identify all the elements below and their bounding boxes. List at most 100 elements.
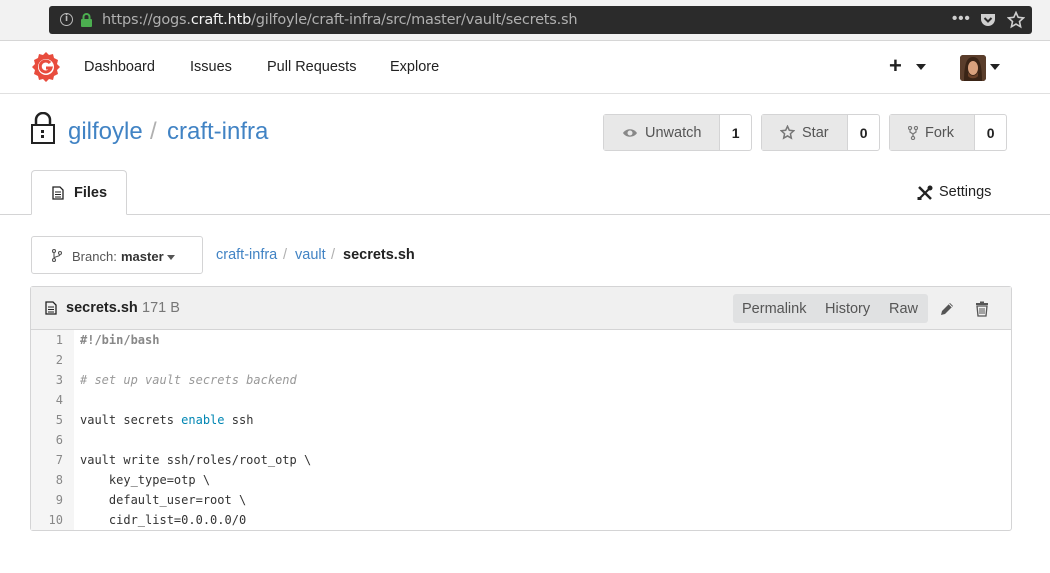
tools-icon — [917, 185, 933, 200]
fork-group: Fork 0 — [889, 114, 1007, 151]
repo-owner-link[interactable]: gilfoyle — [68, 118, 143, 146]
file-button-group: Permalink History Raw — [733, 294, 928, 323]
code-line[interactable]: 1 #!/bin/bash — [31, 330, 1011, 350]
nav-pull-requests[interactable]: Pull Requests — [267, 59, 356, 75]
fork-button[interactable]: Fork — [890, 115, 975, 150]
file-name: secrets.sh — [66, 300, 138, 316]
line-number[interactable]: 5 — [31, 410, 63, 430]
line-number[interactable]: 2 — [31, 350, 63, 370]
stars-count[interactable]: 0 — [847, 115, 879, 150]
branch-dropdown[interactable]: Branch: master — [31, 236, 203, 274]
address-bar[interactable]: i https://gogs.craft.htb/gilfoyle/craft-… — [49, 6, 1032, 34]
repo-name-link[interactable]: craft-infra — [167, 118, 268, 146]
line-content: vault secrets enable ssh — [80, 410, 253, 430]
create-new-icon[interactable]: + — [889, 55, 902, 77]
code-line[interactable]: 4 — [31, 390, 1011, 410]
code-line[interactable]: 9 default_user=root \ — [31, 490, 1011, 510]
code-token: enable — [181, 413, 225, 427]
branch-label: Branch: — [72, 249, 117, 264]
line-number[interactable]: 10 — [31, 510, 63, 530]
nav-dashboard[interactable]: Dashboard — [84, 59, 155, 75]
line-number[interactable]: 4 — [31, 390, 63, 410]
code-token: #!/bin/bash — [80, 333, 160, 347]
unwatch-label: Unwatch — [645, 124, 702, 141]
line-number[interactable]: 6 — [31, 430, 63, 450]
edit-pencil-icon[interactable] — [939, 301, 955, 317]
code-line[interactable]: 7 vault write ssh/roles/root_otp \ — [31, 450, 1011, 470]
star-label: Star — [802, 124, 829, 141]
code-line[interactable]: 3 # set up vault secrets backend — [31, 370, 1011, 390]
line-number[interactable]: 1 — [31, 330, 63, 350]
watchers-count[interactable]: 1 — [719, 115, 751, 150]
tab-files-label: Files — [74, 185, 108, 201]
watch-group: Unwatch 1 — [603, 114, 752, 151]
bookmark-star-icon[interactable] — [1007, 11, 1025, 29]
code-token: cidr_list=0.0.0.0/0 — [80, 513, 247, 527]
code-token: default_user=root \ — [80, 493, 247, 507]
repo-header: gilfoyle / craft-infra Unwatch 1 Star 0 — [0, 94, 1050, 215]
line-content: default_user=root \ — [80, 490, 246, 510]
breadcrumb-separator: / — [331, 247, 336, 263]
line-content: #!/bin/bash — [80, 330, 159, 350]
unwatch-button[interactable]: Unwatch — [604, 115, 720, 150]
line-number[interactable]: 3 — [31, 370, 63, 390]
line-content: vault write ssh/roles/root_otp \ — [80, 450, 311, 470]
pocket-icon[interactable] — [980, 13, 996, 27]
code-token: ssh — [224, 413, 254, 427]
code-token: # set up vault secrets backend — [80, 373, 297, 387]
code-token: vault write ssh/roles/root_otp \ — [80, 453, 312, 467]
forks-count[interactable]: 0 — [974, 115, 1006, 150]
code-line[interactable]: 10 cidr_list=0.0.0.0/0 — [31, 510, 1011, 530]
breadcrumb-repo[interactable]: craft-infra — [216, 247, 277, 263]
gogs-logo-icon[interactable] — [31, 51, 61, 83]
line-number[interactable]: 7 — [31, 450, 63, 470]
code-line[interactable]: 6 — [31, 430, 1011, 450]
page-actions-icon[interactable]: ••• — [952, 10, 971, 27]
avatar[interactable] — [960, 55, 986, 81]
chevron-down-icon — [167, 255, 175, 260]
file-size: 171 B — [142, 300, 180, 316]
breadcrumb-vault[interactable]: vault — [295, 247, 326, 263]
breadcrumb-current-file: secrets.sh — [343, 247, 415, 263]
eye-icon — [623, 128, 637, 137]
code-token: vault secrets — [80, 413, 182, 427]
raw-button[interactable]: Raw — [889, 301, 918, 317]
star-button[interactable]: Star — [762, 115, 848, 150]
delete-trash-icon[interactable] — [975, 301, 989, 317]
file-text-icon — [45, 301, 57, 315]
line-number[interactable]: 8 — [31, 470, 63, 490]
nav-explore[interactable]: Explore — [390, 59, 439, 75]
browser-toolbar: i https://gogs.craft.htb/gilfoyle/craft-… — [0, 0, 1050, 41]
line-number[interactable]: 9 — [31, 490, 63, 510]
history-button[interactable]: History — [825, 301, 870, 317]
repo-separator: / — [150, 118, 157, 145]
tab-settings-label: Settings — [939, 184, 992, 200]
private-lock-icon — [31, 112, 55, 144]
code-view[interactable]: 1 #!/bin/bash 2 3 # set up vault secrets bac… — [31, 330, 1011, 530]
star-group: Star 0 — [761, 114, 880, 151]
code-line[interactable]: 5 vault secrets enable ssh — [31, 410, 1011, 430]
code-line[interactable]: 8 key_type=otp \ — [31, 470, 1011, 490]
permalink-button[interactable]: Permalink — [742, 301, 806, 317]
line-content: # set up vault secrets backend — [80, 370, 297, 390]
branch-value: master — [121, 249, 164, 264]
user-avatar-image — [960, 55, 986, 81]
file-header: secrets.sh 171 B Permalink History Raw — [31, 287, 1011, 330]
code-line[interactable]: 2 — [31, 350, 1011, 370]
breadcrumb-separator: / — [283, 247, 288, 263]
line-content: key_type=otp \ — [80, 470, 210, 490]
chevron-down-icon[interactable] — [990, 64, 1000, 70]
fork-label: Fork — [925, 124, 954, 141]
info-icon[interactable]: i — [60, 13, 73, 26]
code-token: key_type=otp \ — [80, 473, 211, 487]
star-icon — [780, 125, 795, 140]
line-content: cidr_list=0.0.0.0/0 — [80, 510, 246, 530]
file-text-icon — [52, 186, 64, 200]
chevron-down-icon[interactable] — [916, 64, 926, 70]
fork-icon — [908, 125, 918, 140]
lock-icon[interactable] — [80, 13, 93, 27]
top-navbar: Dashboard Issues Pull Requests Explore + — [0, 41, 1050, 94]
tab-files[interactable]: Files — [31, 170, 127, 215]
url-text[interactable]: https://gogs.craft.htb/gilfoyle/craft-in… — [102, 12, 578, 28]
nav-issues[interactable]: Issues — [190, 59, 232, 75]
